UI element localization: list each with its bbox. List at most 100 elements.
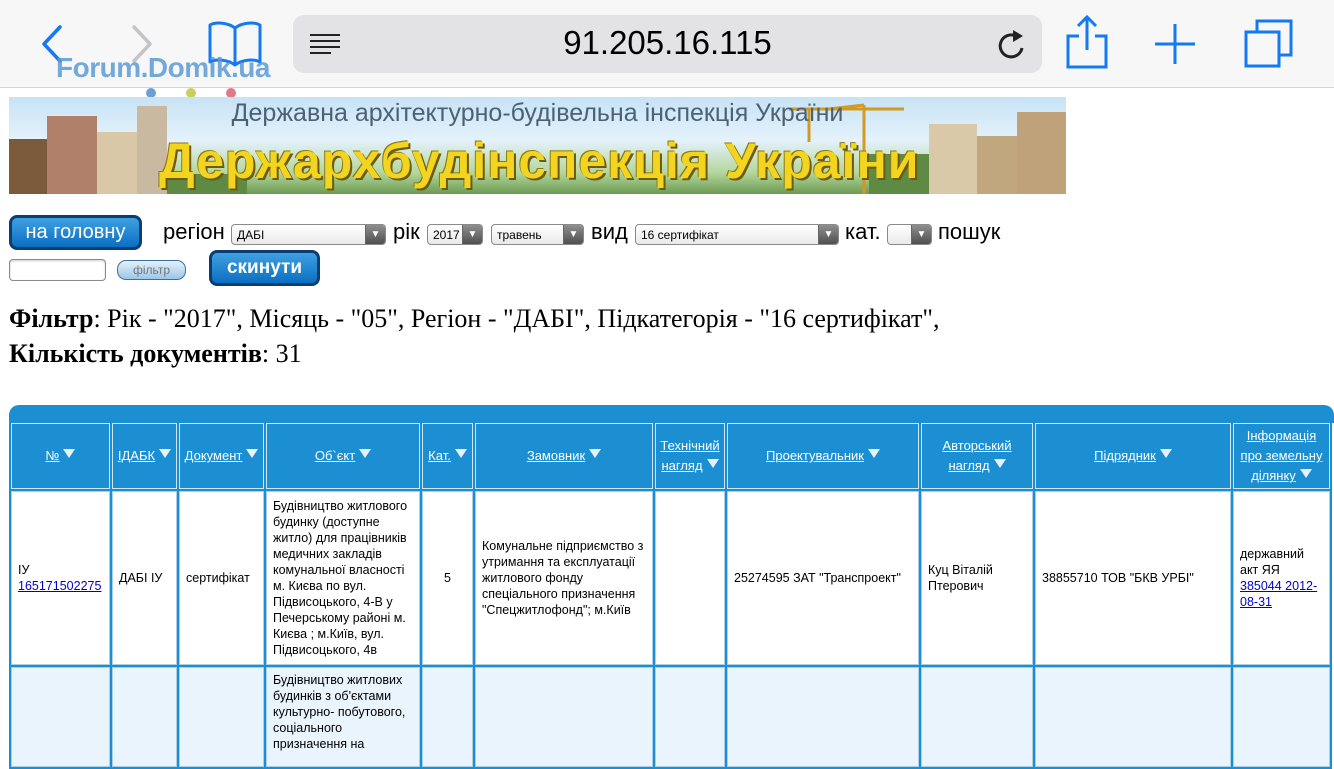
sort-arrow-icon[interactable] <box>1159 449 1172 458</box>
table-row: ІУ 165171502275 ДАБІ ІУ сертифікат Будівн… <box>11 491 1330 665</box>
reload-icon[interactable] <box>996 28 1028 67</box>
search-label: пошук <box>938 219 1001 244</box>
cell-contractor <box>1035 667 1231 767</box>
cell-customer <box>475 667 653 767</box>
sort-link-idabk[interactable]: ІДАБК <box>118 448 155 463</box>
building-shape <box>97 132 137 194</box>
sort-link-object[interactable]: Об`єкт <box>315 448 355 463</box>
sort-arrow-icon[interactable] <box>589 449 602 458</box>
sort-arrow-icon[interactable] <box>867 449 880 458</box>
filter-text: : Рік - "2017", Місяць - "05", Регіон - … <box>93 304 940 333</box>
building-shape <box>929 124 977 194</box>
new-tab-icon[interactable] <box>1153 22 1197 71</box>
table-header-row: № ІДАБК Документ Об`єкт Кат. Замовник Те… <box>11 423 1330 489</box>
cell-customer: Комунальне підприємство з утримання та е… <box>475 491 653 665</box>
month-select[interactable]: травень ▼ <box>491 224 584 245</box>
region-select-value: ДАБІ <box>237 228 265 242</box>
cell-object: Будівництво житлового будинку (доступне … <box>266 491 420 665</box>
chevron-down-icon: ▼ <box>365 225 385 244</box>
land-act-link[interactable]: 385044 2012-08-31 <box>1240 579 1317 609</box>
header-author-supervision[interactable]: Авторський нагляд <box>921 423 1033 489</box>
header-num[interactable]: № <box>11 423 110 489</box>
cell-author-supervision: Куц Віталій Птерович <box>921 491 1033 665</box>
sort-arrow-icon[interactable] <box>359 449 372 458</box>
tabs-icon[interactable] <box>1243 18 1295 75</box>
region-select[interactable]: ДАБІ ▼ <box>231 224 386 245</box>
browser-toolbar: Forum.Domik.ua 91.205.16.115 <box>0 0 1334 98</box>
year-label: рік <box>393 219 420 244</box>
sort-link-contractor[interactable]: Підрядник <box>1094 448 1156 463</box>
header-land-info[interactable]: Інформація про земельну ділянку <box>1233 423 1330 489</box>
share-icon[interactable] <box>1064 14 1110 75</box>
sort-arrow-icon[interactable] <box>1299 469 1312 478</box>
header-category[interactable]: Кат. <box>422 423 473 489</box>
cell-designer <box>727 667 919 767</box>
cell-designer: 25274595 ЗАТ "Транспроект" <box>727 491 919 665</box>
banner-subtitle: Державна архітектурно-будівельна інспекц… <box>231 99 844 127</box>
header-tech-supervision[interactable]: Технічний нагляд <box>655 423 725 489</box>
cell-document: сертифікат <box>179 491 264 665</box>
header-customer[interactable]: Замовник <box>475 423 653 489</box>
sort-link-category[interactable]: Кат. <box>428 448 451 463</box>
year-select[interactable]: 2017 ▼ <box>427 224 483 245</box>
url-text: 91.205.16.115 <box>563 24 772 61</box>
filter-summary: Фільтр: Рік - "2017", Місяць - "05", Рег… <box>9 304 940 334</box>
cell-num: ІУ 165171502275 <box>11 491 110 665</box>
year-select-value: 2017 <box>433 228 460 242</box>
reset-button[interactable]: скинути <box>209 250 320 286</box>
sort-arrow-icon[interactable] <box>246 449 259 458</box>
document-count: Кількість документів: 31 <box>9 339 302 369</box>
sort-link-num[interactable]: № <box>46 448 60 463</box>
chevron-down-icon: ▼ <box>563 225 583 244</box>
cell-category: 5 <box>422 491 473 665</box>
site-banner: Державна архітектурно-будівельна інспекц… <box>9 97 1066 194</box>
chevron-down-icon: ▼ <box>818 225 838 244</box>
document-number-link[interactable]: 165171502275 <box>18 579 101 593</box>
type-select-value: 16 сертифікат <box>641 228 719 242</box>
banner-title: Держархбудінспекція України <box>159 133 920 189</box>
documents-table: № ІДАБК Документ Об`єкт Кат. Замовник Те… <box>9 421 1332 769</box>
sort-link-customer[interactable]: Замовник <box>527 448 585 463</box>
cell-tech-supervision <box>655 491 725 665</box>
address-bar[interactable]: 91.205.16.115 <box>293 15 1042 73</box>
region-label: регіон <box>163 219 225 244</box>
sort-link-document[interactable]: Документ <box>185 448 243 463</box>
header-idabk[interactable]: ІДАБК <box>112 423 177 489</box>
sort-link-designer[interactable]: Проектувальник <box>766 448 864 463</box>
type-select[interactable]: 16 сертифікат ▼ <box>635 224 839 245</box>
cell-object: Будівництво житлових будинків з об'єктам… <box>266 667 420 767</box>
type-label: вид <box>591 219 628 244</box>
land-text: державний акт ЯЯ <box>1240 547 1305 577</box>
sort-arrow-icon[interactable] <box>706 459 719 468</box>
building-shape <box>977 136 1017 194</box>
search-input[interactable] <box>9 259 106 281</box>
sort-arrow-icon[interactable] <box>159 449 172 458</box>
header-contractor[interactable]: Підрядник <box>1035 423 1231 489</box>
cell-document <box>179 667 264 767</box>
cell-contractor: 38855710 ТОВ "БКВ УРБІ" <box>1035 491 1231 665</box>
cell-tech-supervision <box>655 667 725 767</box>
sort-arrow-icon[interactable] <box>454 449 467 458</box>
header-object[interactable]: Об`єкт <box>266 423 420 489</box>
cell-category <box>422 667 473 767</box>
cell-land-info <box>1233 667 1330 767</box>
cell-idabk: ДАБІ ІУ <box>112 491 177 665</box>
count-label: Кількість документів <box>9 339 262 368</box>
header-document[interactable]: Документ <box>179 423 264 489</box>
category-select[interactable]: ▼ <box>887 224 932 245</box>
home-button[interactable]: на головну <box>9 215 142 250</box>
chevron-down-icon: ▼ <box>911 225 931 244</box>
building-shape <box>9 139 47 194</box>
month-select-value: травень <box>497 228 542 242</box>
sort-arrow-icon[interactable] <box>993 459 1006 468</box>
cell-author-supervision <box>921 667 1033 767</box>
sort-arrow-icon[interactable] <box>63 449 76 458</box>
filter-label: Фільтр <box>9 304 94 333</box>
filter-button[interactable]: фільтр <box>117 260 186 280</box>
cell-idabk <box>112 667 177 767</box>
table-row: Будівництво житлових будинків з об'єктам… <box>11 667 1330 767</box>
num-prefix: ІУ <box>18 563 30 577</box>
count-text: : 31 <box>261 339 302 368</box>
cell-land-info: державний акт ЯЯ 385044 2012-08-31 <box>1233 491 1330 665</box>
header-designer[interactable]: Проектувальник <box>727 423 919 489</box>
